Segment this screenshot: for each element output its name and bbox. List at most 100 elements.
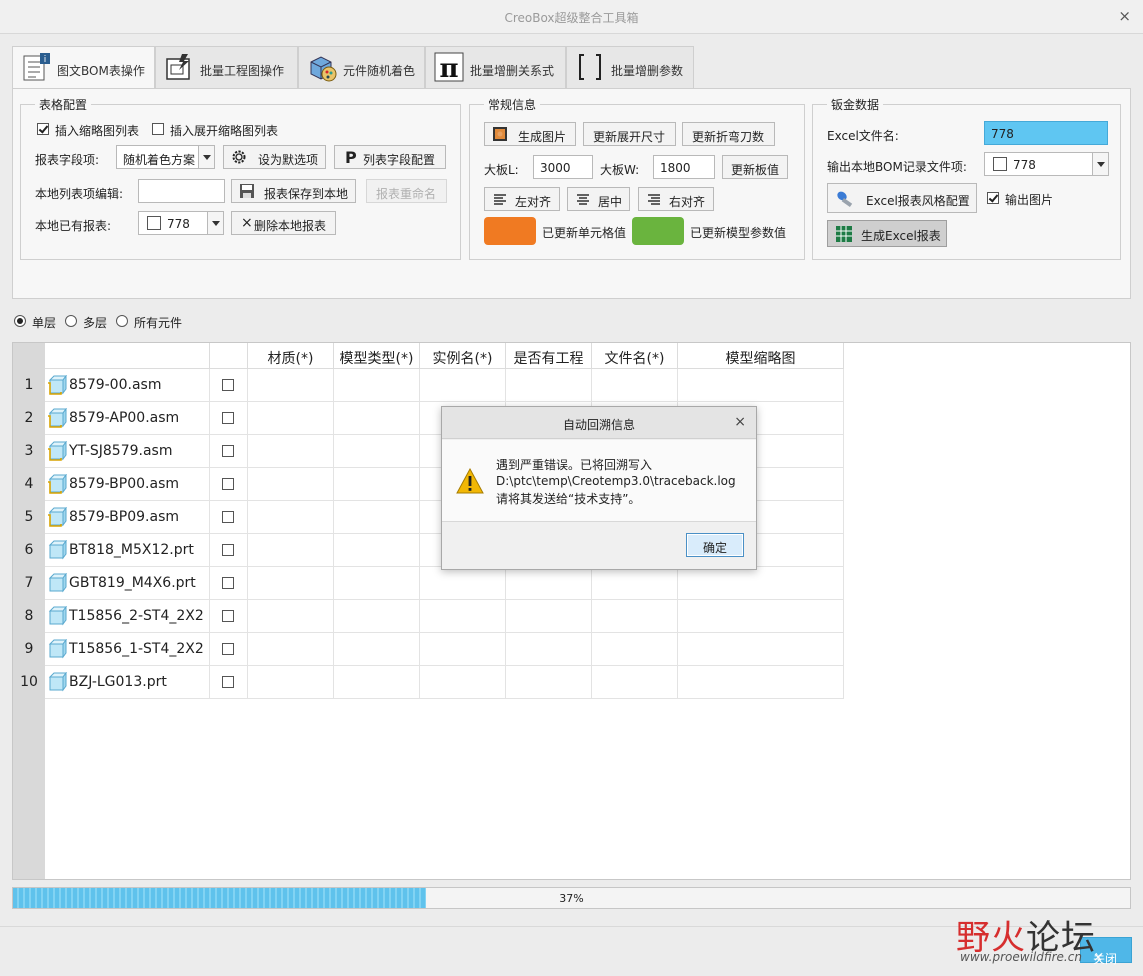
window-close-button[interactable]: × <box>1118 7 1131 25</box>
column-header[interactable]: 是否有工程 <box>506 343 592 369</box>
update-board-button[interactable]: 更新板值 <box>722 155 788 179</box>
table-cell[interactable] <box>506 633 592 666</box>
row-checkbox[interactable] <box>222 478 234 490</box>
row-checkbox[interactable] <box>222 610 234 622</box>
filename-cell[interactable]: T15856_1-ST4_2X2 <box>45 633 210 666</box>
filename-cell[interactable]: 8579-BP00.asm <box>45 468 210 501</box>
filename-cell[interactable]: T15856_2-ST4_2X2 <box>45 600 210 633</box>
table-cell[interactable] <box>334 501 420 534</box>
table-cell[interactable] <box>592 666 678 699</box>
radio-single-level[interactable] <box>14 315 26 327</box>
checkbox-cell[interactable] <box>210 435 248 468</box>
checkbox-cell[interactable] <box>210 468 248 501</box>
table-cell[interactable] <box>248 435 334 468</box>
table-cell[interactable] <box>506 666 592 699</box>
excel-style-button[interactable]: Excel报表风格配置 <box>827 183 977 213</box>
row-checkbox[interactable] <box>222 511 234 523</box>
dialog-close-button[interactable]: × <box>734 414 746 430</box>
table-cell[interactable] <box>592 369 678 402</box>
update-bend-button[interactable]: 更新折弯刀数 <box>682 122 775 146</box>
tab-random-color[interactable]: 元件随机着色 <box>298 46 425 88</box>
column-header[interactable] <box>45 343 210 369</box>
row-checkbox[interactable] <box>222 445 234 457</box>
update-expand-button[interactable]: 更新展开尺寸 <box>583 122 676 146</box>
tab-relations[interactable]: π 批量增删关系式 <box>425 46 566 88</box>
table-cell[interactable] <box>678 567 844 600</box>
filename-cell[interactable]: 8579-AP00.asm <box>45 402 210 435</box>
table-cell[interactable] <box>678 600 844 633</box>
row-checkbox[interactable] <box>222 577 234 589</box>
checkbox-cell[interactable] <box>210 501 248 534</box>
table-cell[interactable] <box>506 567 592 600</box>
list-field-config-button[interactable]: P 列表字段配置 <box>334 145 446 169</box>
table-cell[interactable] <box>420 567 506 600</box>
table-cell[interactable] <box>678 633 844 666</box>
gen-image-button[interactable]: 生成图片 <box>484 122 576 146</box>
checkbox-cell[interactable] <box>210 633 248 666</box>
table-cell[interactable] <box>334 666 420 699</box>
table-cell[interactable] <box>334 468 420 501</box>
checkbox-cell[interactable] <box>210 402 248 435</box>
align-center-button[interactable]: 居中 <box>567 187 630 211</box>
row-checkbox[interactable] <box>222 412 234 424</box>
save-local-button[interactable]: 报表保存到本地 <box>231 179 356 203</box>
checkbox-cell[interactable] <box>210 534 248 567</box>
table-cell[interactable] <box>334 567 420 600</box>
filename-cell[interactable]: GBT819_M4X6.prt <box>45 567 210 600</box>
table-cell[interactable] <box>334 600 420 633</box>
table-cell[interactable] <box>248 501 334 534</box>
gen-excel-button[interactable]: 生成Excel报表 <box>827 220 947 247</box>
row-checkbox[interactable] <box>222 379 234 391</box>
table-cell[interactable] <box>248 633 334 666</box>
row-checkbox[interactable] <box>222 643 234 655</box>
table-cell[interactable] <box>334 369 420 402</box>
table-cell[interactable] <box>506 369 592 402</box>
table-cell[interactable] <box>334 534 420 567</box>
table-cell[interactable] <box>334 402 420 435</box>
table-cell[interactable] <box>248 402 334 435</box>
table-cell[interactable] <box>420 666 506 699</box>
table-cell[interactable] <box>420 600 506 633</box>
table-cell[interactable] <box>592 567 678 600</box>
rename-report-button[interactable]: 报表重命名 <box>366 179 447 203</box>
tab-drawing-batch[interactable]: 批量工程图操作 <box>155 46 298 88</box>
output-image-checkbox[interactable] <box>987 192 999 204</box>
close-button[interactable]: × 关闭 <box>1080 937 1132 966</box>
checkbox-cell[interactable] <box>210 666 248 699</box>
table-cell[interactable] <box>334 435 420 468</box>
set-default-button[interactable]: 设为默选项 <box>223 145 326 169</box>
insert-thumb-checkbox[interactable] <box>37 123 49 135</box>
tab-bom[interactable]: i 图文BOM表操作 <box>12 46 155 89</box>
column-header[interactable]: 文件名(*) <box>592 343 678 369</box>
table-cell[interactable] <box>420 369 506 402</box>
table-cell[interactable] <box>592 633 678 666</box>
local-have-select[interactable]: 778 <box>138 211 224 235</box>
delete-local-button[interactable]: × 删除本地报表 <box>231 211 336 235</box>
table-cell[interactable] <box>334 633 420 666</box>
row-checkbox[interactable] <box>222 676 234 688</box>
column-header[interactable]: 实例名(*) <box>420 343 506 369</box>
align-left-button[interactable]: 左对齐 <box>484 187 560 211</box>
filename-cell[interactable]: 8579-00.asm <box>45 369 210 402</box>
radio-all-parts[interactable] <box>116 315 128 327</box>
table-cell[interactable] <box>506 600 592 633</box>
local-edit-input[interactable] <box>138 179 225 203</box>
table-cell[interactable] <box>248 600 334 633</box>
table-cell[interactable] <box>248 534 334 567</box>
excel-name-input[interactable]: 778 <box>984 121 1108 145</box>
column-header[interactable]: 模型缩略图 <box>678 343 844 369</box>
chevron-down-icon[interactable] <box>1092 153 1108 175</box>
column-header[interactable]: 模型类型(*) <box>334 343 420 369</box>
radio-multi-level[interactable] <box>65 315 77 327</box>
filename-cell[interactable]: 8579-BP09.asm <box>45 501 210 534</box>
table-cell[interactable] <box>248 666 334 699</box>
column-header[interactable]: 材质(*) <box>248 343 334 369</box>
table-cell[interactable] <box>248 369 334 402</box>
output-bom-select[interactable]: 778 <box>984 152 1109 176</box>
filename-cell[interactable]: YT-SJ8579.asm <box>45 435 210 468</box>
ok-button[interactable]: 确定 <box>686 533 744 557</box>
filename-cell[interactable]: BZJ-LG013.prt <box>45 666 210 699</box>
insert-expand-thumb-checkbox[interactable] <box>152 123 164 135</box>
board-l-input[interactable]: 3000 <box>533 155 593 179</box>
table-cell[interactable] <box>248 468 334 501</box>
